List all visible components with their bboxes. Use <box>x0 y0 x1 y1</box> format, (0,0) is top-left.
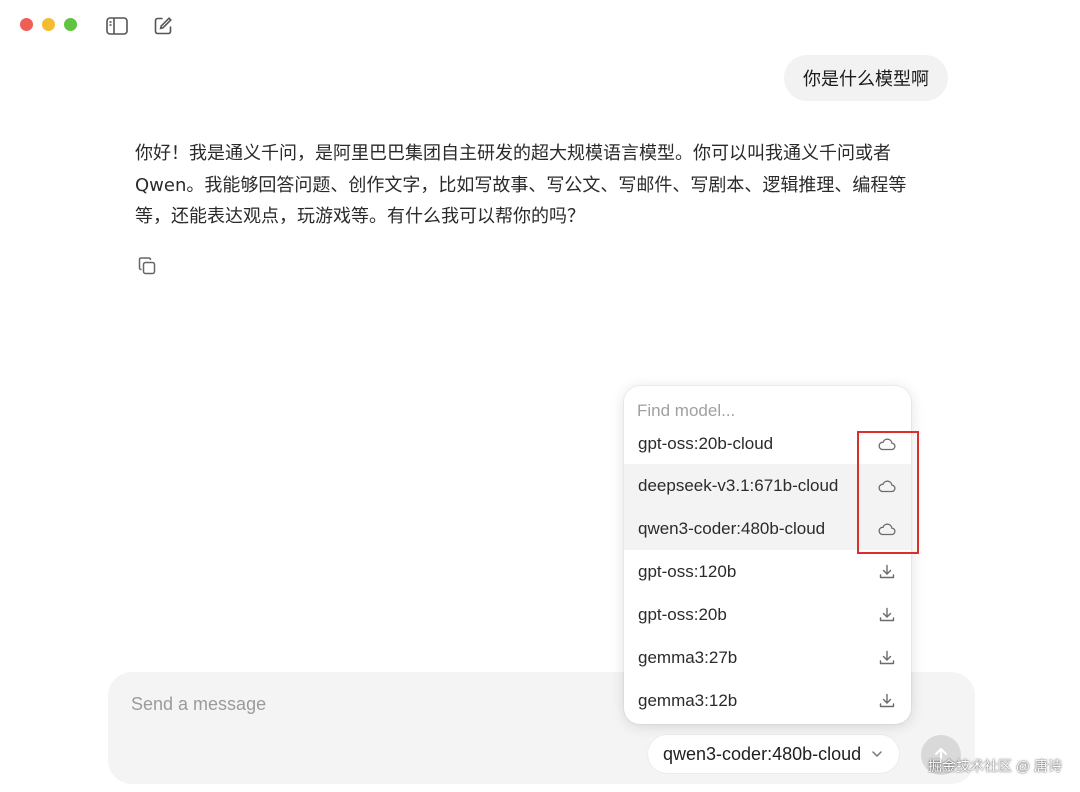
find-model-input[interactable] <box>637 398 887 424</box>
model-option[interactable]: qwen3-coder:480b-cloud <box>624 507 911 550</box>
close-window-button[interactable] <box>20 18 33 31</box>
model-option-label: qwen3-coder:480b-cloud <box>638 518 826 538</box>
assistant-message: 你好！我是通义千问，是阿里巴巴集团自主研发的超大规模语言模型。你可以叫我通义千问… <box>135 138 935 233</box>
model-option[interactable]: gemma3:12b <box>624 679 911 722</box>
model-option[interactable]: gemma3:27b <box>624 636 911 679</box>
user-message-text: 你是什么模型啊 <box>803 69 929 89</box>
model-option-label: gpt-oss:120b <box>638 561 737 581</box>
download-icon[interactable] <box>877 691 897 711</box>
model-option-label: gemma3:27b <box>638 647 738 667</box>
cloud-icon[interactable] <box>877 519 897 539</box>
cloud-icon[interactable] <box>877 476 897 496</box>
copy-icon <box>138 257 156 275</box>
assistant-message-line: 你好！我是通义千问，是阿里巴巴集团自主研发的超大规模语言模型。你可以叫我通义千问… <box>135 143 891 164</box>
window-controls <box>20 18 77 31</box>
model-option-label: gpt-oss:20b <box>638 604 727 624</box>
minimize-window-button[interactable] <box>42 18 55 31</box>
model-option-label: deepseek-v3.1:671b-cloud <box>638 475 839 495</box>
selected-model-label: qwen3-coder:480b-cloud <box>663 743 862 764</box>
assistant-message-line: Qwen。我能够回答问题、创作文字，比如写故事、写公文、写邮件、写剧本、逻辑推理… <box>135 174 907 196</box>
model-option-label: gemma3:12b <box>638 690 738 710</box>
user-message-bubble: 你是什么模型啊 <box>784 55 948 101</box>
model-option-label: gpt-oss:20b-cloud <box>638 434 774 453</box>
download-icon[interactable] <box>877 648 897 668</box>
model-option[interactable]: gpt-oss:20b <box>624 593 911 636</box>
download-icon[interactable] <box>877 562 897 582</box>
watermark: 掘金技术社区 @ 唐诗 <box>928 758 1062 774</box>
cloud-icon[interactable] <box>877 434 897 454</box>
assistant-message-line: 等，还能表达观点，玩游戏等。有什么我可以帮你的吗？ <box>135 206 585 227</box>
copy-message-button[interactable] <box>135 254 159 278</box>
new-chat-icon[interactable] <box>151 15 175 37</box>
model-option[interactable]: deepseek-v3.1:671b-cloud <box>624 464 911 507</box>
message-input[interactable] <box>131 694 611 715</box>
sidebar-toggle-icon[interactable] <box>105 15 129 37</box>
chevron-down-icon <box>871 750 883 758</box>
maximize-window-button[interactable] <box>64 18 77 31</box>
model-option[interactable]: gpt-oss:120b <box>624 550 911 593</box>
download-icon[interactable] <box>877 605 897 625</box>
model-list: gpt-oss:20b-cloud deepseek-v3.1:671b-clo… <box>624 424 911 722</box>
model-picker-dropdown: gpt-oss:20b-cloud deepseek-v3.1:671b-clo… <box>624 386 911 724</box>
model-option[interactable]: gpt-oss:20b-cloud <box>624 424 911 464</box>
model-selector-button[interactable]: qwen3-coder:480b-cloud <box>648 735 900 773</box>
